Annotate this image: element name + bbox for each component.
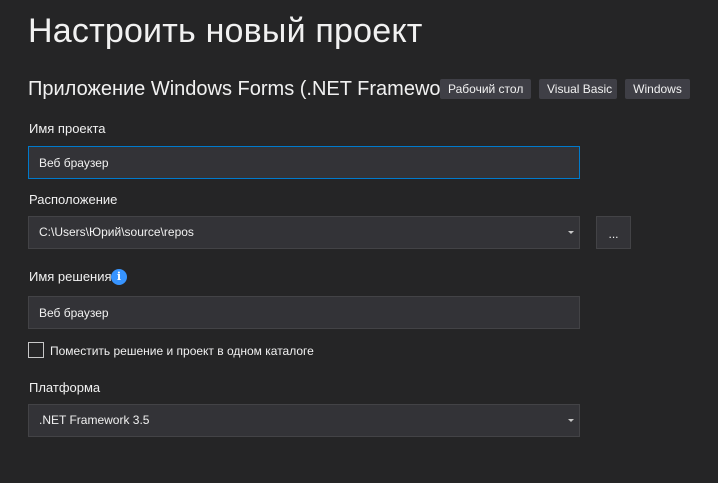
same-directory-checkbox[interactable] — [28, 342, 44, 358]
location-combobox[interactable]: C:\Users\Юрий\source\repos — [28, 216, 580, 249]
platform-value: .NET Framework 3.5 — [39, 413, 150, 427]
tag-windows: Windows — [625, 79, 690, 99]
solution-name-label: Имя решения — [29, 269, 112, 284]
same-directory-label[interactable]: Поместить решение и проект в одном катал… — [50, 344, 314, 358]
tag-visual-basic: Visual Basic — [539, 79, 617, 99]
platform-label: Платформа — [29, 380, 101, 395]
project-name-input[interactable] — [28, 146, 580, 179]
page-title: Настроить новый проект — [28, 12, 423, 50]
browse-button[interactable]: ... — [596, 216, 631, 249]
solution-name-input[interactable] — [28, 296, 580, 329]
chevron-down-icon[interactable] — [568, 231, 574, 234]
chevron-down-icon[interactable] — [568, 419, 574, 422]
tag-desktop: Рабочий стол — [440, 79, 531, 99]
template-name: Приложение Windows Forms (.NET Framework… — [28, 78, 464, 100]
location-value: C:\Users\Юрий\source\repos — [39, 225, 194, 239]
platform-select[interactable]: .NET Framework 3.5 — [28, 404, 580, 437]
location-label: Расположение — [29, 192, 118, 207]
project-name-label: Имя проекта — [29, 121, 106, 136]
info-icon[interactable]: i — [111, 269, 127, 285]
